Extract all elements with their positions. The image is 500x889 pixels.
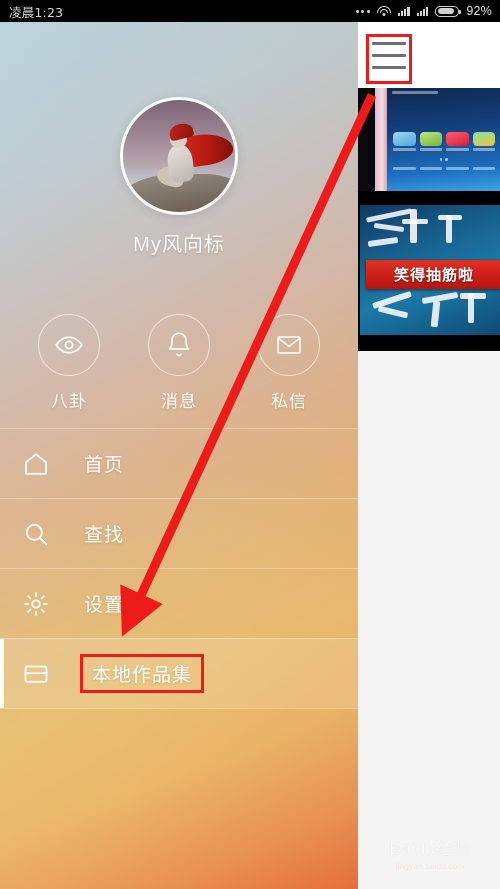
battery-icon [435, 5, 462, 17]
quick-action-label: 私信 [271, 392, 307, 411]
content-panel: 笑得抽筋啦 Baidu经验 jingyan.baidu.com [358, 22, 500, 889]
search-icon [22, 520, 62, 548]
sidebar-item-settings[interactable]: 设置 [0, 568, 358, 638]
gear-icon [22, 590, 62, 618]
sidebar-item-label: 首页 [84, 455, 125, 476]
sidebar-item-label: 设置 [84, 595, 125, 616]
list-item[interactable]: 笑得抽筋啦 [358, 191, 500, 351]
phone-screen: 凌晨1:23 92% 笑得抽筋啦 Baidu经验 jingyan.baidu.c… [0, 0, 500, 889]
profile-section[interactable]: My风向标 [0, 97, 358, 257]
eye-icon [38, 314, 100, 376]
avatar[interactable] [120, 97, 238, 215]
signal-icon-1 [397, 6, 410, 16]
status-icons: 92% [355, 4, 492, 18]
bell-icon [148, 314, 210, 376]
sidebar-item-home[interactable]: 首页 [0, 428, 358, 498]
envelope-icon [258, 314, 320, 376]
folder-icon [22, 660, 62, 688]
hamburger-menu-icon[interactable] [368, 32, 410, 78]
sidebar-item-label: 本地作品集 [80, 654, 205, 693]
sidebar-item-search[interactable]: 查找 [0, 498, 358, 568]
calligraphy-video-thumbnail: 笑得抽筋啦 [358, 191, 500, 351]
quick-action-label: 消息 [161, 392, 197, 411]
quick-action-direct-message[interactable]: 私信 [246, 314, 332, 412]
thumbnail-caption: 笑得抽筋啦 [393, 267, 474, 284]
sidebar-item-label: 查找 [84, 525, 125, 546]
status-bar: 凌晨1:23 92% [0, 0, 500, 22]
signal-icon-2 [416, 6, 429, 16]
quick-action-messages[interactable]: 消息 [136, 314, 222, 412]
app-bar [358, 22, 500, 88]
quick-action-label: 八卦 [51, 392, 87, 411]
watermark-main: Baidu经验 [389, 839, 471, 858]
quick-action-bagua[interactable]: 八卦 [26, 314, 112, 412]
phone-homescreen-thumbnail [358, 88, 500, 191]
watermark: Baidu经验 jingyan.baidu.com [366, 834, 494, 871]
list-item[interactable] [358, 88, 500, 191]
watermark-sub: jingyan.baidu.com [395, 861, 465, 871]
more-dots-icon [355, 9, 370, 13]
home-icon [22, 450, 62, 478]
status-time: 凌晨1:23 [9, 4, 64, 20]
menu-divider [0, 708, 358, 709]
sidebar-item-local-works[interactable]: 本地作品集 [0, 638, 358, 708]
thumbnail-caption-banner: 笑得抽筋啦 [366, 260, 500, 289]
drawer-menu: 首页 查找 设置 本地作品集 [0, 428, 358, 709]
wifi-icon [376, 5, 391, 17]
quick-actions-row: 八卦 消息 私信 [0, 314, 358, 412]
username: My风向标 [133, 234, 225, 256]
navigation-drawer: My风向标 八卦 消息 私信 首页 查找 设置 本地作品集 [0, 22, 358, 889]
battery-percent: 92% [466, 4, 492, 18]
